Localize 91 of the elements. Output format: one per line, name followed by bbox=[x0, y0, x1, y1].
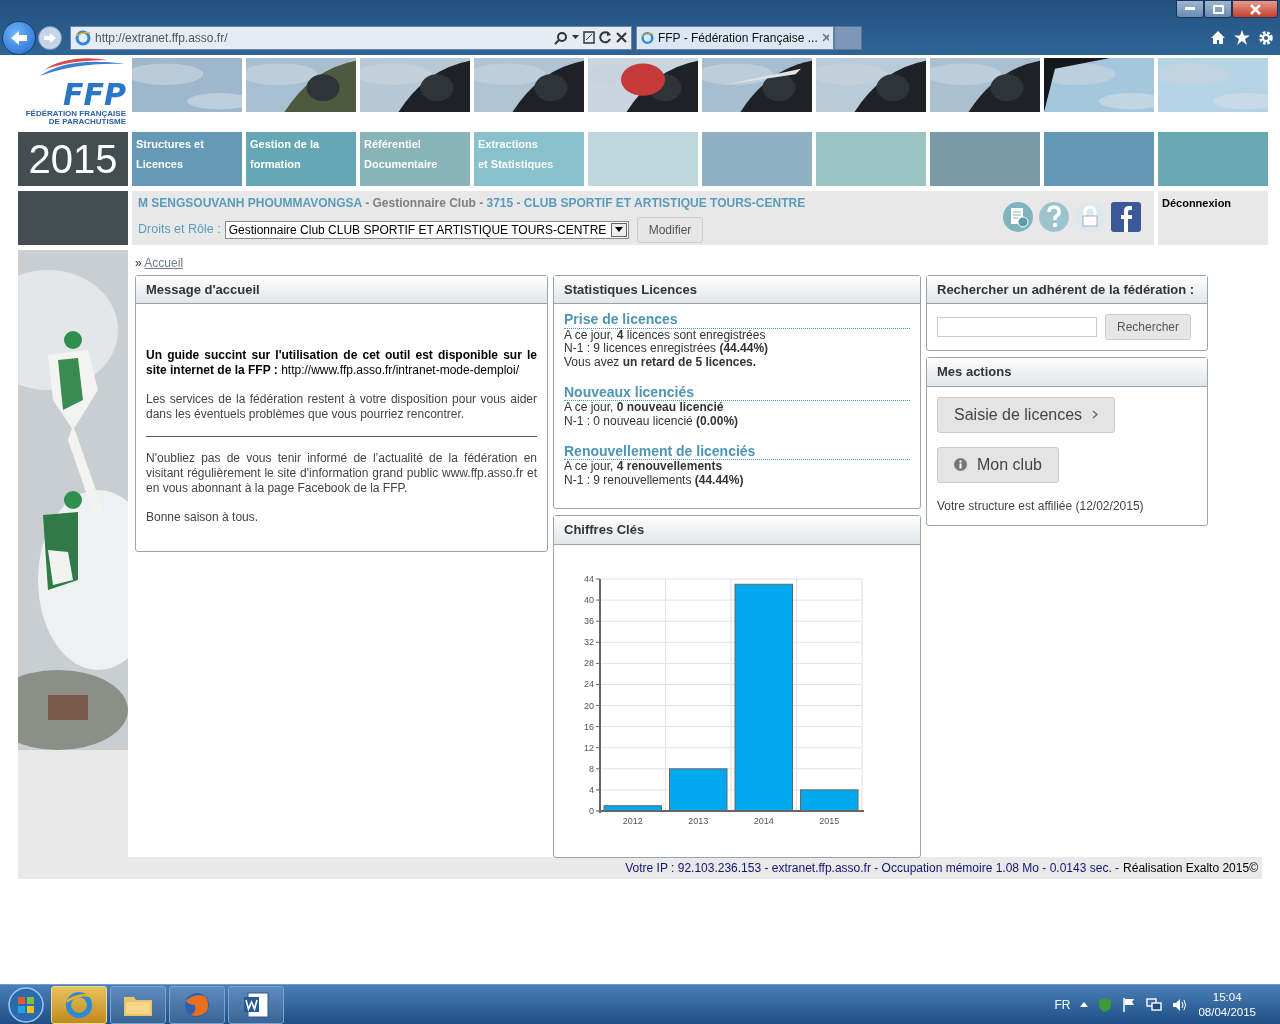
panel-title: Message d'accueil bbox=[136, 275, 547, 305]
axis-category-label: 2014 bbox=[753, 815, 774, 826]
taskbar-folder-icon[interactable] bbox=[110, 985, 166, 1024]
back-arrow-icon bbox=[9, 28, 29, 47]
settings-icon[interactable] bbox=[1258, 29, 1274, 46]
compatibility-icon[interactable] bbox=[583, 31, 595, 44]
paragraph: N'oubliez pas de vous tenir informé de l’actualité de la fédération en visitant régulièrement le site d'information grand public www.ffp.asso.fr et en vous abonnant à la page Facebook de la FFP. bbox=[146, 451, 537, 497]
logout-link[interactable]: Déconnexion bbox=[1158, 190, 1268, 245]
axis-tick-label: 16 bbox=[584, 721, 594, 732]
axis-category-label: 2012 bbox=[622, 815, 643, 826]
panel-title: Statistiques Licences bbox=[554, 275, 920, 305]
network-icon[interactable] bbox=[1146, 997, 1163, 1012]
back-button[interactable] bbox=[2, 20, 36, 55]
refresh-icon[interactable] bbox=[599, 31, 612, 44]
taskbar-document-icon[interactable] bbox=[228, 985, 284, 1024]
maximize-button[interactable] bbox=[1204, 0, 1232, 18]
rights-select[interactable]: Gestionnaire Club CLUB SPORTIF ET ARTISTIQUE TOURS-CENTRE bbox=[224, 220, 629, 239]
taskbar-browser-icon[interactable] bbox=[51, 985, 107, 1024]
paragraph: Un guide succint sur l'utilisation de cet outil est disponible sur le site internet de la FFP : http://www.ffp.asso.fr/intranet-mode-demploi/ bbox=[146, 348, 537, 379]
section-heading: Renouvellement de licenciés bbox=[564, 444, 910, 461]
browser-logo-icon bbox=[641, 29, 654, 46]
axis-tick-label: 36 bbox=[584, 615, 594, 626]
axis-tick-label: 32 bbox=[584, 636, 594, 647]
paragraph: Les services de la fédération restent à votre disposition pour vous aider dans les éventuels problèmes que vous pourriez rencontrer. bbox=[146, 392, 537, 423]
clock-time[interactable]: 15:04 bbox=[1198, 989, 1256, 1005]
axis-tick-label: 24 bbox=[584, 679, 594, 689]
dropdown-caret-icon[interactable] bbox=[572, 35, 579, 40]
stat-line: A ce jour, 4 renouvellements bbox=[564, 460, 724, 475]
address-bar[interactable]: http://extranet.ffp.asso.fr/ bbox=[70, 25, 632, 50]
axis-tick-label: 20 bbox=[584, 700, 594, 711]
breadcrumb-link[interactable]: Accueil bbox=[144, 255, 184, 270]
section-heading: Nouveaux licenciés bbox=[564, 385, 910, 402]
axis-tick-label: 40 bbox=[584, 594, 594, 605]
forward-arrow-icon bbox=[43, 31, 57, 44]
axis-category-label: 2015 bbox=[819, 815, 840, 826]
user-info: M SENGSOUVANH PHOUMMAVONGSA - Gestionnaire Club - 3715 - CLUB SPORTIF ET ARTISTIQUE TOURS-CENTRE bbox=[138, 194, 807, 212]
axis-tick-label: 0 bbox=[589, 805, 594, 816]
axis-tick-label: 8 bbox=[589, 763, 594, 774]
browser-logo-icon bbox=[75, 29, 91, 46]
action-button[interactable]: Mon club bbox=[937, 446, 1059, 483]
affiliation-note: Votre structure est affiliée (12/02/2015) bbox=[937, 497, 1145, 515]
action-button[interactable]: Saisie de licences bbox=[937, 396, 1116, 433]
search-field[interactable] bbox=[937, 317, 1097, 338]
axis-category-label: 2013 bbox=[688, 815, 709, 826]
language-indicator[interactable]: FR bbox=[1054, 995, 1071, 1014]
modify-button[interactable]: Modifier bbox=[636, 216, 704, 243]
caret-icon[interactable] bbox=[614, 227, 623, 233]
close-icon bbox=[1249, 3, 1261, 15]
maximize-icon bbox=[1212, 4, 1224, 14]
stat-line: N-1 : 9 licences enregistrées (44.44%) bbox=[564, 342, 770, 357]
browser-tab[interactable]: FFP - Fédération Française ... bbox=[636, 25, 834, 50]
stop-icon[interactable] bbox=[616, 32, 627, 43]
panel-title: Rechercher un adhérent de la fédération : bbox=[927, 275, 1207, 305]
footer-info: Votre IP : 92.103.236.153 - extranet.ffp.asso.fr - Occupation mémoire 1.08 Mo - 0.0143 sec. - bbox=[625, 859, 1120, 877]
home-icon[interactable] bbox=[1210, 29, 1226, 45]
paragraph: Bonne saison à tous. bbox=[146, 510, 260, 526]
section-heading: Prise de licences bbox=[564, 312, 910, 329]
address-text[interactable]: http://extranet.ffp.asso.fr/ bbox=[95, 28, 550, 47]
close-button[interactable] bbox=[1232, 0, 1278, 18]
stat-line: Vous avez un retard de 5 licences. bbox=[564, 356, 758, 371]
axis-tick-label: 4 bbox=[589, 784, 594, 795]
search-button[interactable]: Rechercher bbox=[1105, 314, 1192, 341]
stat-line: A ce jour, 0 nouveau licencié bbox=[564, 401, 725, 416]
facebook-icon[interactable] bbox=[1110, 200, 1142, 233]
breadcrumb-separator: » bbox=[135, 255, 143, 270]
search-icon[interactable] bbox=[554, 30, 568, 45]
minimize-icon bbox=[1185, 7, 1195, 11]
axis-tick-label: 12 bbox=[584, 742, 594, 753]
forward-button[interactable] bbox=[38, 25, 62, 50]
flag-icon[interactable] bbox=[1122, 996, 1137, 1013]
star-icon[interactable] bbox=[1234, 29, 1250, 45]
logo[interactable]: FFP FÉDÉRATION FRANÇAISE DE PARACHUTISME bbox=[18, 58, 128, 127]
close-tab-icon[interactable] bbox=[821, 33, 829, 42]
stat-line: N-1 : 0 nouveau licencié (0.00%) bbox=[564, 415, 740, 430]
axis-tick-label: 28 bbox=[584, 657, 594, 668]
caret-up-icon[interactable] bbox=[1080, 1002, 1089, 1007]
rights-label: Droits et Rôle : bbox=[138, 221, 221, 239]
document-edit-icon[interactable] bbox=[1002, 200, 1034, 233]
stat-line: A ce jour, 4 licences sont enregistrées bbox=[564, 328, 767, 343]
minimize-button[interactable] bbox=[1176, 0, 1204, 18]
tab-title[interactable]: FFP - Fédération Française ... bbox=[657, 28, 818, 47]
clock-date[interactable]: 08/04/2015 bbox=[1198, 1004, 1256, 1020]
chevron-right-icon bbox=[1092, 410, 1099, 420]
axis-tick-label: 44 bbox=[584, 573, 594, 584]
stat-line: N-1 : 9 renouvellements (44.44%) bbox=[564, 474, 745, 489]
panel-title: Chiffres Clés bbox=[554, 516, 920, 545]
panel-title: Mes actions bbox=[927, 358, 1207, 387]
speaker-icon[interactable] bbox=[1172, 997, 1189, 1012]
footer-credit: Réalisation Exalto 2015© bbox=[1123, 859, 1258, 877]
year-label: 2015 bbox=[18, 131, 128, 186]
info-icon bbox=[954, 458, 967, 472]
